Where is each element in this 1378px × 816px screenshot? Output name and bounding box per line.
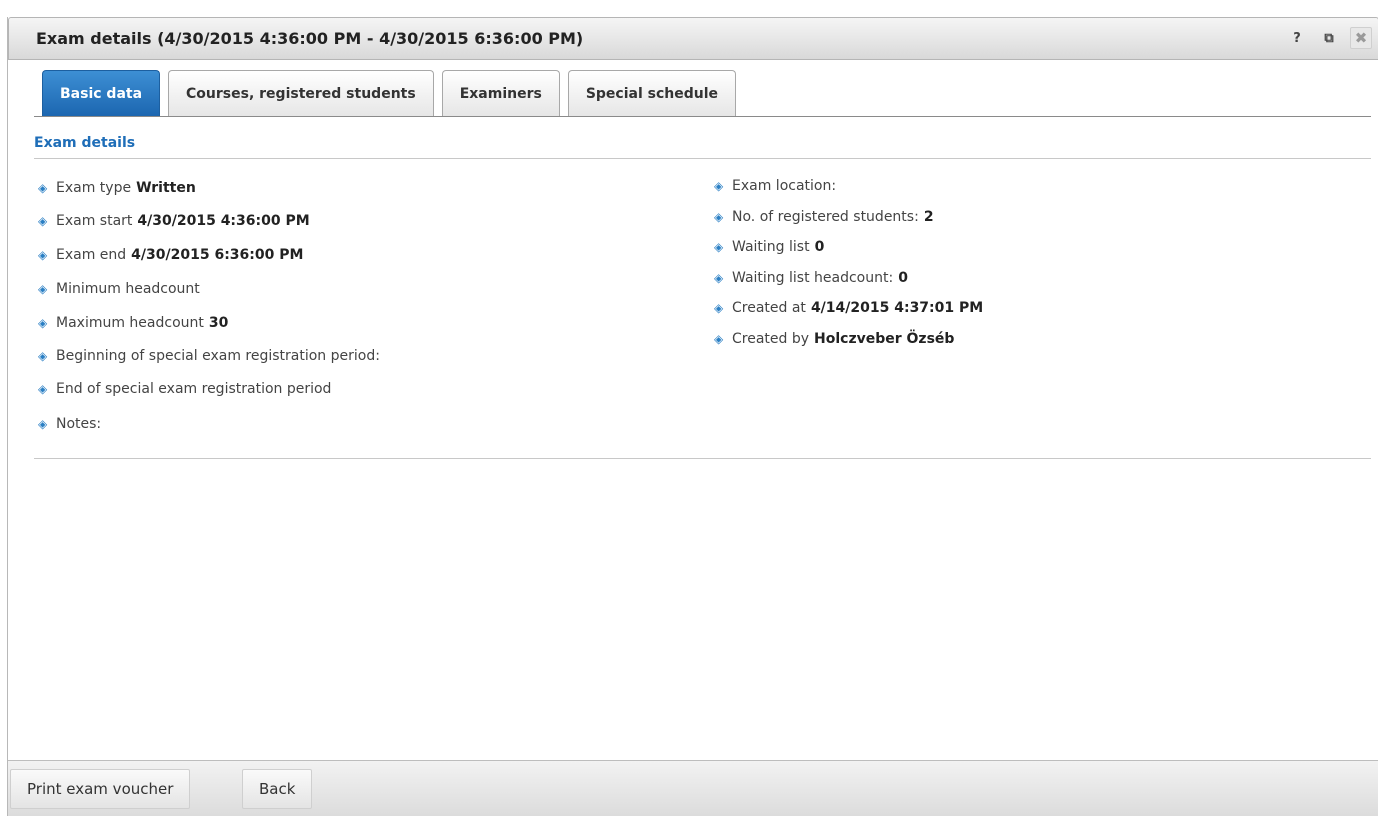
bullet-icon: ◈ [38,349,48,363]
field-value: 4/14/2015 4:37:01 PM [810,300,984,316]
field-value: 4/30/2015 4:36:00 PM [137,213,310,229]
field-label: End of special exam registration period [56,381,332,397]
bullet-icon: ◈ [714,332,724,346]
field-created-by: ◈ Created by Holczveber Özséb [714,331,954,347]
field-created-at: ◈ Created at 4/14/2015 4:37:01 PM [714,300,983,316]
tab-basic-data[interactable]: Basic data [42,70,161,116]
field-value: 4/30/2015 6:36:00 PM [131,247,304,263]
bullet-icon: ◈ [38,316,48,330]
field-label: Exam type [56,180,132,196]
field-label: Created by [732,331,810,347]
field-label: No. of registered students: [732,209,919,225]
field-exam-type: ◈ Exam type Written [38,180,196,196]
bullet-icon: ◈ [38,248,48,262]
field-exam-start: ◈ Exam start 4/30/2015 4:36:00 PM [38,213,310,229]
field-special-registration-begin: ◈ Beginning of special exam registration… [38,348,385,364]
tab-divider [34,116,1371,117]
bullet-icon: ◈ [38,417,48,431]
bullet-icon: ◈ [714,301,724,315]
print-exam-voucher-button[interactable]: Print exam voucher [10,769,191,809]
dialog-titlebar[interactable]: Exam details (4/30/2015 4:36:00 PM - 4/3… [8,17,1378,60]
field-label: Exam location: [732,178,837,194]
bullet-icon: ◈ [38,181,48,195]
dialog-title: Exam details (4/30/2015 4:36:00 PM - 4/3… [36,29,584,48]
field-waiting-list-headcount: ◈ Waiting list headcount: 0 [714,270,908,286]
content-bottom-divider [34,458,1371,459]
field-exam-location: ◈ Exam location: [714,178,841,194]
back-button[interactable]: Back [242,769,313,809]
field-label: Notes: [56,416,102,432]
field-value: Written [136,180,196,196]
field-label: Exam start [56,213,133,229]
bullet-icon: ◈ [38,282,48,296]
field-label: Waiting list headcount: [732,270,894,286]
bullet-icon: ◈ [714,240,724,254]
field-label: Created at [732,300,806,316]
field-minimum-headcount: ◈ Minimum headcount [38,281,205,297]
field-maximum-headcount: ◈ Maximum headcount 30 [38,315,228,331]
help-icon[interactable]: ? [1286,27,1308,49]
bullet-icon: ◈ [714,271,724,285]
field-label: Maximum headcount [56,315,204,331]
field-registered-students: ◈ No. of registered students: 2 [714,209,934,225]
tab-bar: Basic data Courses, registered students … [42,70,737,116]
field-notes: ◈ Notes: [38,416,106,432]
field-value: 2 [923,209,934,225]
field-value: 30 [208,315,229,331]
field-label: Waiting list [732,239,810,255]
tab-examiners[interactable]: Examiners [441,70,560,116]
bullet-icon: ◈ [38,214,48,228]
popout-icon[interactable]: ⧉ [1318,27,1340,49]
exam-details-dialog: Exam details (4/30/2015 4:36:00 PM - 4/3… [7,17,1378,816]
bullet-icon: ◈ [38,382,48,396]
field-special-registration-end: ◈ End of special exam registration perio… [38,381,336,397]
tab-special-schedule[interactable]: Special schedule [567,70,737,116]
field-label: Minimum headcount [56,281,200,297]
field-label: Beginning of special exam registration p… [56,348,380,364]
section-title: Exam details [34,135,136,151]
bullet-icon: ◈ [714,179,724,193]
field-value: 0 [898,270,908,286]
title-icons: ? ⧉ ✖ [1286,26,1372,50]
field-value: 0 [814,239,825,255]
tab-courses-registered-students[interactable]: Courses, registered students [168,70,434,116]
dialog-footer: Print exam voucher Back [8,760,1378,816]
field-waiting-list: ◈ Waiting list 0 [714,239,824,255]
field-label: Exam end [56,247,127,263]
field-value: Holczveber Özséb [814,331,955,347]
close-icon[interactable]: ✖ [1350,27,1372,49]
field-exam-end: ◈ Exam end 4/30/2015 6:36:00 PM [38,247,303,263]
bullet-icon: ◈ [714,210,724,224]
section-divider [34,158,1371,159]
